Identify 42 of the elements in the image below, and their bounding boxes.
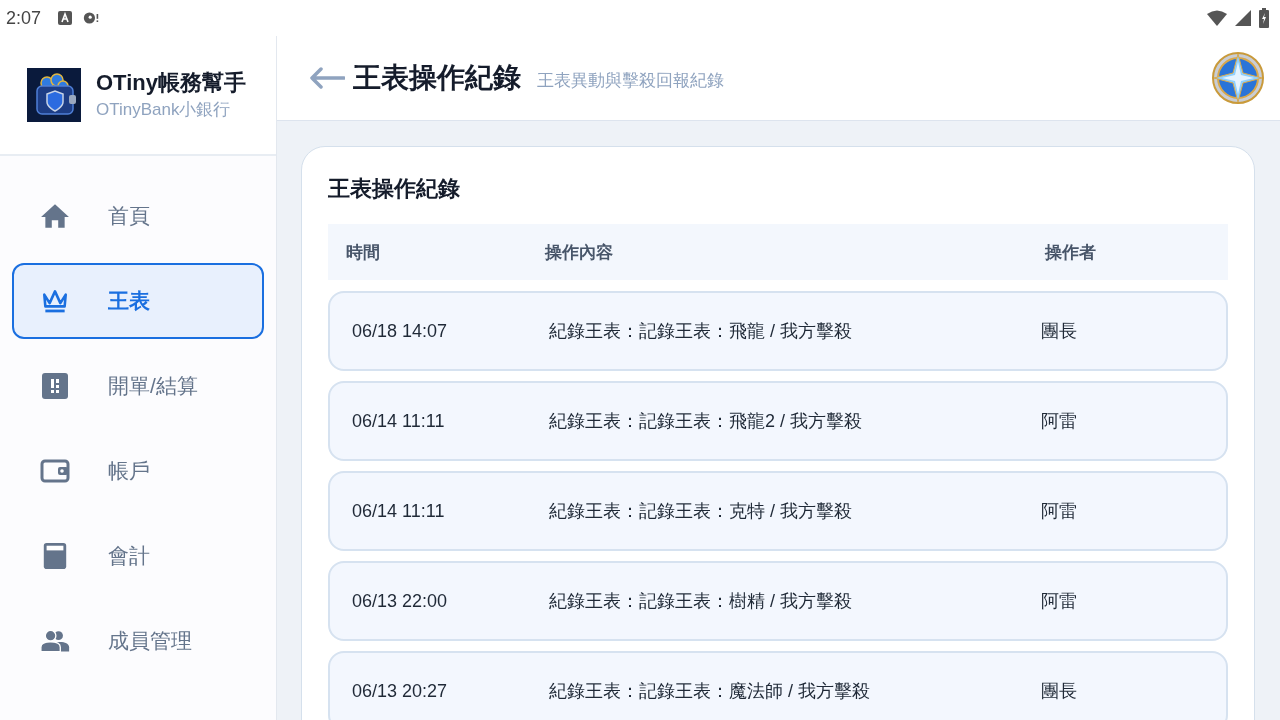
table-cell-text: 06/14 11:11 xyxy=(352,410,446,432)
table-cell-text: 紀錄王表：記錄王表：魔法師 / 我方擊殺 xyxy=(549,680,871,703)
column-header: 操作內容 xyxy=(545,241,614,264)
sidebar-item[interactable]: 帳戶 xyxy=(12,433,264,509)
card-title: 王表操作紀錄 xyxy=(328,175,461,203)
column-header: 時間 xyxy=(346,241,381,264)
table-cell-text: 06/13 20:27 xyxy=(352,680,449,702)
table-cell-text: 06/13 22:00 xyxy=(352,590,449,612)
sidebar-item[interactable]: 會計 xyxy=(12,518,264,594)
table-cell-text: 阿雷 xyxy=(1041,590,1078,613)
page-title: 王表操作紀錄 xyxy=(353,61,521,95)
home-icon xyxy=(40,202,70,230)
table-cell-text: 紀錄王表：記錄王表：樹精 / 我方擊殺 xyxy=(549,590,853,613)
gem-avatar-icon[interactable] xyxy=(1210,50,1266,106)
page-subtitle: 王表異動與擊殺回報紀錄 xyxy=(537,69,724,92)
table-cell-text: 06/18 14:07 xyxy=(352,320,449,342)
wallet-shield-logo-icon xyxy=(27,68,81,122)
table-cell-text: 團長 xyxy=(1041,680,1078,703)
column-header: 操作者 xyxy=(1045,241,1097,264)
battery-icon xyxy=(1258,8,1270,28)
table-cell-text: 阿雷 xyxy=(1041,500,1078,523)
app-name: OTiny帳務幫手 xyxy=(96,69,246,97)
table-cell-text: 阿雷 xyxy=(1041,410,1078,433)
crown-icon xyxy=(40,287,70,315)
app-subtitle: OTinyBank小銀行 xyxy=(96,99,232,121)
wallet-icon xyxy=(40,457,70,485)
sidebar-item[interactable]: 首頁 xyxy=(12,178,264,254)
table-cell-text: 紀錄王表：記錄王表：克特 / 我方擊殺 xyxy=(549,500,853,523)
table-cell-text: 06/14 11:11 xyxy=(352,500,446,522)
signal-icon xyxy=(1234,9,1252,27)
disc-icon xyxy=(83,10,100,26)
sidebar-item[interactable]: 成員管理 xyxy=(12,603,264,679)
table-cell-text: 紀錄王表：記錄王表：飛龍2 / 我方擊殺 xyxy=(549,410,863,433)
table-cell-text: 團長 xyxy=(1041,320,1078,343)
sidebar-item[interactable]: 王表 xyxy=(12,263,264,339)
letter-tile-icon xyxy=(57,10,74,26)
sidebar-item[interactable]: 開單/結算 xyxy=(12,348,264,424)
wifi-icon xyxy=(1206,10,1228,26)
status-time: 2:07 xyxy=(6,7,42,29)
table-cell-text: 紀錄王表：記錄王表：飛龍 / 我方擊殺 xyxy=(549,320,853,343)
alert-square-icon xyxy=(40,372,70,400)
back-arrow-icon[interactable] xyxy=(309,67,345,89)
